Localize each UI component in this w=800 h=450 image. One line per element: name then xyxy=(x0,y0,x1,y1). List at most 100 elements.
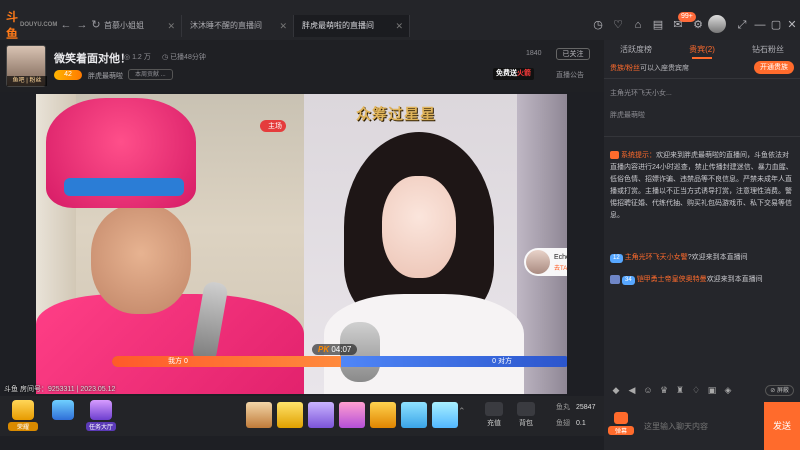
tab-vip[interactable]: 贵宾(2) xyxy=(670,43,734,59)
open-noble-button[interactable]: 开通贵族 xyxy=(754,61,794,74)
recharge-icon xyxy=(485,402,503,416)
tab-3-active[interactable]: 胖虎最萌啦的直播间 ✕ xyxy=(294,15,410,37)
close-tab-icon[interactable]: ✕ xyxy=(395,15,403,37)
gift-6[interactable] xyxy=(401,402,427,428)
color-icon[interactable]: ◈ xyxy=(722,384,734,396)
fishball-label: 鱼丸 xyxy=(556,404,570,411)
emoji-icon[interactable]: ☺ xyxy=(642,384,654,396)
system-label: 系统提示： xyxy=(621,152,656,159)
app-logo[interactable]: 斗鱼 DOUYU.COM xyxy=(6,10,57,41)
tab-label: 胖虎最萌啦的直播间 xyxy=(302,21,374,30)
user-avatar[interactable] xyxy=(708,15,726,33)
gift-4[interactable] xyxy=(339,402,365,428)
fan-badge-icon[interactable]: ◆ xyxy=(610,384,622,396)
danmaku-icon xyxy=(614,412,628,424)
video-player[interactable]: 众筹过星星 主场 Echo盼盼 去TA的直播间 PK 04:07 我方 0 0 … xyxy=(36,94,567,394)
system-message: 欢迎来到胖虎最萌啦的直播间，斗鱼依法对直播内容进行24小时巡查，禁止传播封建迷信… xyxy=(610,152,793,219)
tab-label: 沐沐睡不醒的直播间 xyxy=(190,21,262,30)
contribution-button[interactable]: 本周贡献 ... xyxy=(128,69,173,80)
volume-icon[interactable]: ◀ xyxy=(626,384,638,396)
opponent-card[interactable]: Echo盼盼 去TA的直播间 xyxy=(524,248,567,276)
history-icon[interactable]: ◷ xyxy=(590,15,606,35)
backpack-icon xyxy=(517,402,535,416)
event-icon xyxy=(52,400,74,420)
back-button[interactable]: ← xyxy=(58,16,74,34)
fishfin-balance: 鱼翅 0.1 xyxy=(556,418,586,428)
tab-2[interactable]: 沐沐睡不醒的直播间 ✕ xyxy=(182,15,294,37)
pk-timer: PK 04:07 xyxy=(312,344,358,355)
gift-2[interactable] xyxy=(277,402,303,428)
chat-message: 12 主角光环飞天小女警?欢迎来到本直播间 xyxy=(610,252,794,264)
send-button[interactable]: 发送 xyxy=(764,402,800,450)
chat-username[interactable]: 主角光环飞天小女警 xyxy=(625,254,688,261)
chat-input[interactable] xyxy=(638,404,760,448)
chat-text: 欢迎来到本直播间 xyxy=(706,276,763,283)
user-level-badge: 12 xyxy=(610,254,623,263)
anchor-name[interactable]: 胖虎最萌啦 xyxy=(88,71,123,81)
tab-1[interactable]: 首慕小姐姐 ✕ xyxy=(96,15,182,37)
tab-strip: 斗鱼 DOUYU.COM ← → ↻ 首慕小姐姐 ✕ 沐沐睡不醒的直播间 ✕ 胖虎最萌… xyxy=(0,10,580,41)
shirt-icon[interactable]: ⌂ xyxy=(630,15,646,35)
host-robe xyxy=(36,294,304,394)
backpack-label: 背包 xyxy=(519,420,533,427)
bell-icon[interactable]: ♢ xyxy=(690,384,702,396)
close-tab-icon[interactable]: ✕ xyxy=(167,15,175,37)
opponent-avatar xyxy=(526,250,550,274)
follow-button[interactable]: 已关注 xyxy=(556,48,590,60)
gift-1[interactable] xyxy=(246,402,272,428)
chat-username[interactable]: 铠甲勇士帝皇侠奥特曼 xyxy=(637,276,707,283)
block-button[interactable]: ⊘ 屏蔽 xyxy=(765,385,794,396)
room-header: 鱼吧 | 粉丝 微笑着面对他！ ◎ 1.2 万 ◷ 已播48分钟 42 胖虎最萌… xyxy=(0,40,604,92)
danmaku-label: 弹幕 xyxy=(608,426,634,435)
host-hat-band xyxy=(64,178,184,196)
honor-button[interactable]: 荣耀 xyxy=(8,400,38,432)
overlay-caption: 众筹过星星 xyxy=(356,106,437,123)
side-panel: 活跃度榜 贵宾(2) 钻石粉丝 贵族/粉丝可以入座贵宾席 开通贵族 主角光环飞天… xyxy=(604,40,800,450)
free-gift-label: 免费送 xyxy=(496,70,517,77)
noble-promo-text: 贵族/粉丝可以入座贵宾席 xyxy=(610,63,689,73)
system-icon xyxy=(610,151,619,160)
vip-user-1[interactable]: 主角光环飞天小女... xyxy=(610,88,672,98)
opponent-face xyxy=(382,176,456,278)
task-hall-button[interactable]: 任务大厅 xyxy=(86,400,116,432)
pk-our-side xyxy=(112,356,341,367)
gift-box-icon[interactable]: ▣ xyxy=(706,384,718,396)
streamer-avatar[interactable]: 鱼吧 | 粉丝 xyxy=(6,45,47,87)
fullscreen-icon[interactable]: ⤢ xyxy=(734,15,750,35)
announcement-link[interactable]: 直播公告 xyxy=(556,70,584,80)
vip-user-2[interactable]: 胖虎最萌啦 xyxy=(610,110,645,120)
tab-diamond-fans[interactable]: 钻石粉丝 xyxy=(736,43,800,57)
fishball-balance: 鱼丸 25847 xyxy=(556,402,595,412)
danmaku-button[interactable]: 弹幕 xyxy=(608,412,634,440)
live-duration-value: 已播48分钟 xyxy=(170,54,206,61)
pk-their-score: 0 对方 xyxy=(492,358,512,365)
fishball-value: 25847 xyxy=(576,404,596,411)
follow-heart-icon[interactable]: ♡ xyxy=(610,15,626,35)
anchor-level-badge: 42 xyxy=(54,70,82,80)
close-window-icon[interactable]: ✕ xyxy=(784,15,800,35)
pk-badge: PK xyxy=(318,345,330,354)
free-rocket-promo[interactable]: 免费送火箭 xyxy=(493,68,534,80)
minimize-icon[interactable]: — xyxy=(752,15,768,35)
tab-activity-rank[interactable]: 活跃度榜 xyxy=(604,43,668,57)
recharge-button[interactable]: 充值 xyxy=(480,402,508,428)
close-tab-icon[interactable]: ✕ xyxy=(279,15,287,37)
follower-count: 1840 xyxy=(526,50,542,57)
viewer-count-value: 1.2 万 xyxy=(132,54,151,61)
gift-7[interactable] xyxy=(432,402,458,428)
fishfin-label: 鱼翅 xyxy=(556,420,570,427)
gift-5[interactable] xyxy=(370,402,396,428)
crown-icon[interactable]: ♛ xyxy=(658,384,670,396)
calendar-icon[interactable]: ▤ xyxy=(650,15,666,35)
maximize-icon[interactable]: ▢ xyxy=(768,15,784,35)
event-button[interactable] xyxy=(48,400,78,432)
gift-3[interactable] xyxy=(308,402,334,428)
settings-icon[interactable]: ⚙ xyxy=(690,15,706,35)
pk-their-side xyxy=(341,356,567,367)
live-duration: ◷ 已播48分钟 xyxy=(162,54,206,61)
visit-room-link[interactable]: 去TA的直播间 xyxy=(554,263,567,272)
honor-label: 荣耀 xyxy=(8,422,38,431)
backpack-button[interactable]: 背包 xyxy=(512,402,540,428)
more-gifts-chevron-icon[interactable]: ⌃ xyxy=(458,406,466,417)
castle-icon[interactable]: ♜ xyxy=(674,384,686,396)
